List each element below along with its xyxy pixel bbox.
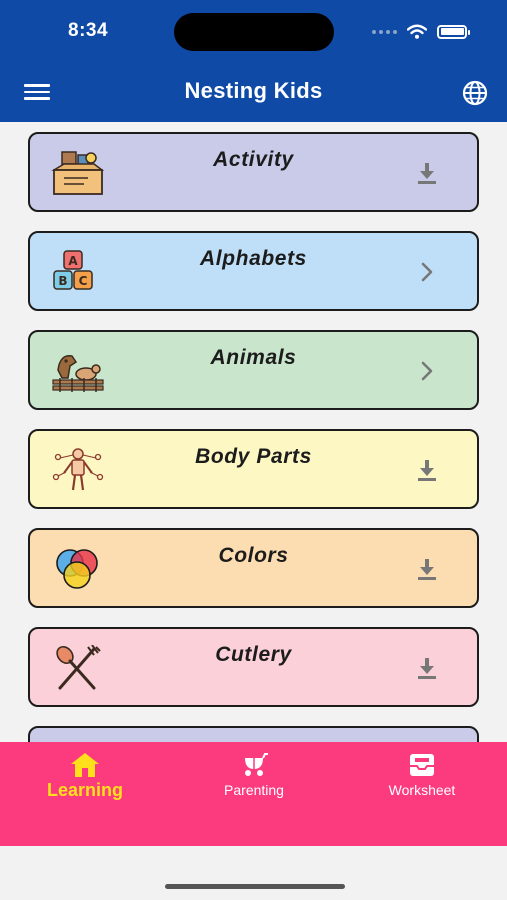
category-card-body-parts[interactable]: Body Parts	[28, 429, 479, 509]
category-label: Cutlery	[215, 643, 292, 666]
category-card-animals[interactable]: Animals	[28, 330, 479, 410]
status-icons	[372, 24, 470, 39]
category-card-cutlery[interactable]: Cutlery	[28, 627, 479, 707]
chevron-right-icon[interactable]	[415, 259, 439, 285]
svg-text:B: B	[58, 274, 67, 288]
globe-icon[interactable]	[461, 79, 489, 107]
category-list[interactable]: Activity A B C Alphabets Animals Body Pa…	[0, 122, 507, 742]
stroller-icon	[245, 753, 268, 776]
bottom-tab-bar: Learning Parenting Worksheet	[0, 742, 507, 846]
tab-parenting[interactable]: Parenting	[189, 752, 319, 798]
tab-label: Learning	[46, 780, 123, 800]
worksheet-icon	[410, 754, 434, 776]
category-label: Activity	[213, 148, 294, 171]
tab-worksheet[interactable]: Worksheet	[357, 752, 487, 798]
category-card-colors[interactable]: Colors	[28, 528, 479, 608]
category-card-alphabets[interactable]: A B C Alphabets	[28, 231, 479, 311]
category-label: Alphabets	[200, 247, 307, 270]
status-time: 8:34	[68, 20, 109, 41]
tab-label: Worksheet	[388, 782, 456, 798]
page-title: Nesting Kids	[184, 78, 323, 103]
download-icon[interactable]	[415, 655, 439, 681]
download-icon[interactable]	[415, 457, 439, 483]
svg-text:C: C	[79, 274, 88, 288]
battery-icon	[437, 24, 470, 39]
dynamic-island	[174, 13, 334, 51]
app-header: 8:34 Nesting Kids	[0, 0, 507, 122]
download-icon[interactable]	[415, 160, 439, 186]
home-indicator	[165, 884, 345, 889]
category-card-partial[interactable]	[28, 726, 479, 742]
wifi-icon	[407, 24, 427, 39]
home-icon	[71, 753, 99, 777]
chevron-right-icon[interactable]	[415, 358, 439, 384]
download-icon[interactable]	[415, 556, 439, 582]
category-card-activity[interactable]: Activity	[28, 132, 479, 212]
category-label: Body Parts	[195, 445, 312, 468]
category-label: Colors	[218, 544, 289, 567]
signal-icon	[372, 29, 397, 34]
tab-learning[interactable]: Learning	[20, 752, 150, 801]
tab-label: Parenting	[224, 782, 284, 798]
category-label: Animals	[210, 346, 297, 369]
